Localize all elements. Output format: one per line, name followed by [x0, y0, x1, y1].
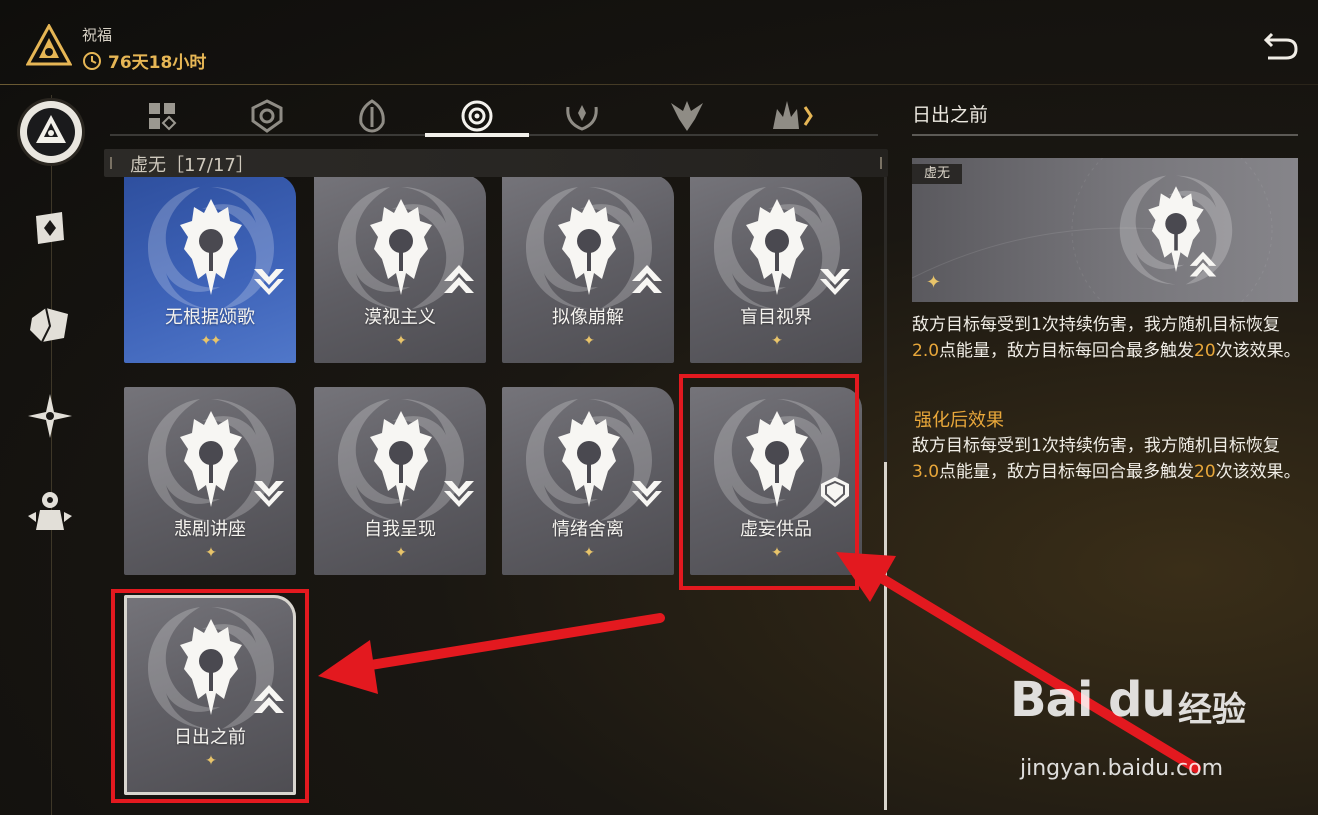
chevron-down-icon	[254, 481, 284, 507]
sidebar-item-sparkle[interactable]	[26, 392, 74, 440]
desc-text: 点能量，敌方目标每回合最多触发	[939, 462, 1195, 482]
blessing-name: 悲剧讲座	[174, 519, 246, 540]
blessing-card[interactable]: 漠视主义 ✦	[314, 177, 486, 363]
chevron-up-icon	[632, 265, 662, 293]
rarity-stars: ✦	[205, 545, 217, 561]
path-tabs	[110, 96, 878, 136]
active-tab-indicator	[425, 133, 529, 137]
timer-text: 76天18小时	[108, 53, 207, 73]
rarity-stars: ✦	[583, 545, 595, 561]
rarity-stars: ✦	[926, 272, 942, 293]
chevron-down-icon	[444, 481, 474, 507]
rarity-stars: ✦	[771, 333, 783, 349]
remembrance-icon	[359, 99, 385, 133]
rarity-stars: ✦✦	[200, 333, 221, 349]
path-tag: 虚无	[912, 164, 963, 184]
tab-abundance[interactable]	[530, 96, 634, 136]
rarity-stars: ✦	[395, 545, 407, 561]
destruction-icon	[773, 101, 813, 129]
chevron-down-icon	[254, 269, 284, 295]
enhanced-effect-title: 强化后效果	[914, 410, 1004, 431]
blessing-card[interactable]: 自我呈现 ✦	[314, 387, 486, 575]
clock-icon	[83, 51, 101, 70]
annotation-highlight-box	[679, 374, 859, 590]
desc-value-energy: 2.0	[912, 341, 940, 361]
blessing-card[interactable]: 悲剧讲座 ✦	[124, 387, 296, 575]
top-bar: 祝福 76天18小时	[0, 0, 1318, 84]
rarity-stars: ✦	[583, 333, 595, 349]
tab-preservation[interactable]	[215, 96, 319, 136]
blessing-card[interactable]: 无根据颂歌 ✦✦	[124, 177, 296, 363]
all-grid-icon	[149, 103, 177, 131]
chevron-down-icon	[820, 269, 850, 295]
desc-value-count: 20	[1194, 462, 1216, 482]
desc-text: 次该效果。	[1215, 462, 1301, 482]
abundance-icon	[566, 105, 598, 131]
blessing-name: 情绪舍离	[552, 519, 624, 540]
header-divider	[0, 84, 1318, 85]
annotation-highlight-box	[111, 589, 309, 803]
desc-text: 次该效果。	[1215, 341, 1301, 361]
effect-description: 敌方目标每受到1次持续伤害，我方随机目标恢复 2.0点能量，敌方目标每回合最多触发…	[912, 312, 1302, 364]
rarity-stars: ✦	[395, 333, 407, 349]
blessing-name: 自我呈现	[364, 519, 436, 540]
blessing-name: 漠视主义	[364, 307, 436, 328]
tab-hunt[interactable]	[635, 96, 739, 136]
watermark-url: jingyan.baidu.com	[1020, 756, 1224, 781]
blessing-card[interactable]: 盲目视界 ✦	[690, 177, 862, 363]
blessing-card[interactable]: 情绪舍离 ✦	[502, 387, 674, 575]
chevron-up-icon	[444, 265, 474, 293]
sidebar-item-fragments[interactable]	[26, 300, 74, 348]
aeon-emblem-icon	[26, 24, 72, 66]
section-header: 虚无［17/17］	[104, 149, 888, 177]
detail-panel: 日出之前 虚无 ✦ 敌方目标每受到1次持续伤害，我方随机目标恢复2.0点能量，敌…	[912, 100, 1301, 482]
detail-title-divider	[912, 134, 1298, 136]
blessing-name: 拟像崩解	[552, 307, 624, 328]
preservation-icon	[251, 99, 283, 133]
nihility-icon	[461, 100, 493, 132]
watermark-logo: Bai du	[1010, 672, 1176, 728]
time-remaining: 76天18小时	[82, 48, 206, 73]
sidebar-rail	[51, 95, 52, 815]
triangle-emblem-icon	[27, 108, 75, 156]
blessing-name: 盲目视界	[740, 307, 812, 328]
watermark: Bai du 经验 jingyan.baidu.com	[1010, 672, 1300, 792]
sidebar-item-curios[interactable]	[26, 204, 74, 252]
desc-text: 敌方目标每受到1次持续伤害，我方随机目标恢复	[912, 315, 1280, 335]
blessing-name: 无根据颂歌	[165, 307, 255, 328]
return-icon[interactable]	[1260, 28, 1300, 62]
detail-image: 虚无 ✦	[912, 158, 1298, 302]
tab-nihility[interactable]	[425, 96, 529, 136]
section-label: 虚无［17/17］	[130, 155, 254, 176]
enhanced-effect-description: 敌方目标每受到1次持续伤害，我方随机目标恢复 3.0点能量，敌方目标每回合最多触发…	[912, 433, 1302, 485]
hunt-icon	[671, 101, 703, 131]
desc-text: 敌方目标每受到1次持续伤害，我方随机目标恢复	[912, 436, 1280, 456]
desc-value-energy: 3.0	[912, 462, 940, 482]
blessing-grid: 无根据颂歌 ✦✦ 漠视主义 ✦ 拟像崩解 ✦ 盲目视界 ✦ 悲剧讲座 ✦ 自我呈现 ✦ 情绪舍离 ✦ 虚妄供…	[104, 177, 880, 815]
chevron-up-icon	[1189, 251, 1217, 277]
desc-text: 点能量，敌方目标每回合最多触发	[939, 341, 1195, 361]
tab-all[interactable]	[110, 96, 214, 136]
blessing-card[interactable]: 拟像崩解 ✦	[502, 177, 674, 363]
watermark-brand: 经验	[1178, 690, 1246, 730]
chevron-down-icon	[632, 481, 662, 507]
page-title: 祝福	[82, 26, 113, 44]
scrollbar-thumb[interactable]	[884, 462, 887, 810]
detail-backdrop	[912, 158, 1273, 302]
tab-remembrance[interactable]	[320, 96, 424, 136]
sidebar-item-character[interactable]	[26, 486, 74, 534]
sidebar-item-path-emblem[interactable]	[20, 101, 82, 163]
desc-value-count: 20	[1194, 341, 1216, 361]
tab-destruction[interactable]	[740, 96, 844, 136]
detail-title: 日出之前	[912, 104, 989, 126]
